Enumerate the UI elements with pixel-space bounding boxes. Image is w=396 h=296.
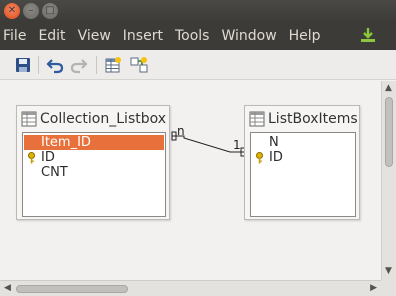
scrollbar-corner: [381, 280, 396, 296]
table-window-listboxitems[interactable]: ListBoxItems N ID: [244, 105, 360, 220]
save-icon[interactable]: [14, 56, 32, 74]
scroll-up-arrow-icon[interactable]: ▲: [385, 84, 392, 93]
field-list[interactable]: N ID: [250, 132, 356, 217]
table-title: Collection_Listbox: [40, 111, 167, 127]
table-icon: [249, 111, 265, 127]
table-title-bar[interactable]: Collection_Listbox: [17, 106, 169, 132]
primary-key-icon: [256, 152, 263, 164]
maximize-window-button[interactable]: □: [42, 3, 58, 19]
menu-edit[interactable]: Edit: [34, 28, 69, 44]
table-title: ListBoxItems: [268, 111, 358, 127]
horizontal-scroll-thumb[interactable]: [16, 285, 128, 293]
menu-window[interactable]: Window: [217, 28, 280, 44]
vertical-scroll-thumb[interactable]: [385, 97, 393, 167]
menu-tools[interactable]: Tools: [171, 28, 214, 44]
new-table-icon[interactable]: [104, 56, 122, 74]
new-relation-icon[interactable]: [130, 56, 148, 74]
relation-cardinality-n: n: [177, 124, 185, 138]
field-item-id[interactable]: Item_ID: [24, 135, 164, 150]
table-title-bar[interactable]: ListBoxItems: [245, 106, 359, 132]
scroll-left-arrow-icon[interactable]: ◀: [4, 284, 11, 293]
field-list[interactable]: Item_ID ID CNT: [22, 132, 166, 217]
title-bar: ✕ – □: [0, 0, 396, 22]
menu-view[interactable]: View: [74, 28, 115, 44]
redo-icon[interactable]: [70, 56, 88, 74]
vertical-scrollbar[interactable]: ▲ ▼: [381, 81, 396, 280]
relation-cardinality-1: 1: [233, 138, 241, 152]
field-id[interactable]: ID: [252, 150, 354, 165]
menu-file[interactable]: File: [0, 28, 30, 44]
horizontal-scrollbar[interactable]: ◀ ▶: [0, 280, 381, 296]
menu-help[interactable]: Help: [285, 28, 325, 44]
scroll-down-arrow-icon[interactable]: ▼: [385, 267, 392, 276]
undo-icon[interactable]: [46, 56, 64, 74]
toolbar: [0, 50, 396, 80]
menu-insert[interactable]: Insert: [119, 28, 167, 44]
field-n[interactable]: N: [252, 135, 354, 150]
primary-key-icon: [28, 152, 35, 164]
scroll-right-arrow-icon[interactable]: ▶: [370, 284, 377, 293]
table-icon: [21, 111, 37, 127]
close-window-button[interactable]: ✕: [4, 3, 20, 19]
relation-design-canvas[interactable]: n 1 Collection_Listbox Item_ID ID CNT Li…: [0, 81, 381, 280]
field-cnt[interactable]: CNT: [24, 165, 164, 180]
table-window-collection-listbox[interactable]: Collection_Listbox Item_ID ID CNT: [16, 105, 170, 220]
field-id[interactable]: ID: [24, 150, 164, 165]
menu-bar: File Edit View Insert Tools Window Help: [0, 22, 396, 50]
update-download-icon[interactable]: [360, 27, 376, 43]
minimize-window-button[interactable]: –: [23, 3, 39, 19]
